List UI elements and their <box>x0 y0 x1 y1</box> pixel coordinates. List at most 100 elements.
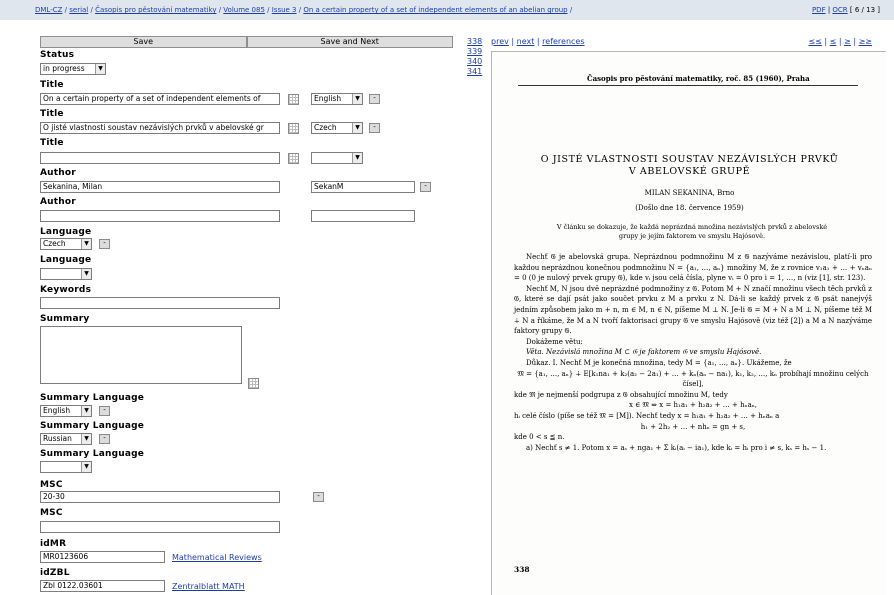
breadcrumb-journal[interactable]: Časopis pro pěstování matematiky <box>95 6 216 14</box>
title-label: Title <box>40 109 64 119</box>
title-language-select[interactable]: ▼ <box>311 152 363 164</box>
breadcrumb-issue[interactable]: Issue 3 <box>272 6 297 14</box>
page-link[interactable]: 338 <box>467 37 482 47</box>
summary-language-label: Summary Language <box>40 449 145 459</box>
title-language-select[interactable]: Czech ▼ <box>311 122 363 134</box>
remove-button[interactable]: - <box>369 123 380 133</box>
remove-button[interactable]: - <box>369 94 380 104</box>
title-language-select[interactable]: English ▼ <box>311 93 363 105</box>
remove-button[interactable]: - <box>313 492 324 502</box>
special-chars-icon[interactable] <box>288 123 299 134</box>
body-paragraph: a) Nechť s ≠ 1. Potom x = aₛ + nga₁ + Σ … <box>526 443 827 452</box>
language-label: Language <box>40 227 92 237</box>
author-label: Author <box>40 197 76 207</box>
body-paragraph: kde 0 < s ≦ n. <box>514 433 565 442</box>
chevron-down-icon: ▼ <box>95 64 105 74</box>
body-paragraph: x ∈ 𝔐 ⇔ x = h₁a₁ + h₂a₂ + … + hₙaₙ, <box>628 401 758 410</box>
page-link[interactable]: 341 <box>467 67 482 77</box>
author-input[interactable] <box>40 210 280 222</box>
save-and-next-button[interactable]: Save and Next <box>246 36 453 48</box>
save-button[interactable]: Save <box>40 36 247 48</box>
remove-button[interactable]: - <box>99 406 110 416</box>
keywords-label: Keywords <box>40 285 92 295</box>
ocr-link[interactable]: OCR <box>832 6 847 14</box>
breadcrumb: DML-CZ / serial / Časopis pro pěstování … <box>35 6 573 14</box>
chevron-down-icon: ▼ <box>81 269 91 279</box>
special-chars-icon[interactable] <box>248 378 259 389</box>
breadcrumb-volume[interactable]: Volume 085 <box>223 6 265 14</box>
page-links: 338 339 340 341 <box>467 37 482 77</box>
summary-language-select[interactable]: Russian ▼ <box>40 433 92 445</box>
idmr-input[interactable]: MR0123606 <box>40 551 165 563</box>
language-select[interactable]: ▼ <box>40 268 92 280</box>
summary-label: Summary <box>40 314 90 324</box>
body-paragraph: Dokážeme větu: <box>526 337 583 346</box>
chevron-down-icon: ▼ <box>81 434 91 444</box>
mathematical-reviews-link[interactable]: Mathematical Reviews <box>172 553 262 562</box>
article-title: V ABELOVSKÉ GRUPĚ <box>628 166 751 177</box>
summary-language-select[interactable]: ▼ <box>40 461 92 473</box>
summary-language-label: Summary Language <box>40 421 145 431</box>
article-title: O JISTÉ VLASTNOSTI SOUSTAV NEZÁVISLÝCH P… <box>540 154 839 165</box>
body-paragraph: Nechť M, N jsou dvě neprázdné podmnožiny… <box>514 284 872 336</box>
prev-link[interactable]: prev <box>491 37 509 46</box>
page-link[interactable]: 340 <box>467 57 482 67</box>
special-chars-icon[interactable] <box>288 94 299 105</box>
title-label: Title <box>40 80 64 90</box>
page-pager: ≤≤ | ≤ | ≥ | ≥≥ <box>808 37 872 46</box>
summary-textarea[interactable] <box>40 326 242 384</box>
author-input[interactable]: Sekanina, Milan <box>40 181 280 193</box>
article-body: Nechť 𝔊 je abelovská grupa. Neprázdnou p… <box>514 252 872 453</box>
article-abstract: V článku se dokazuje, že každá neprázdná… <box>556 223 828 240</box>
title-input[interactable]: O jisté vlastnosti soustav nezávislých p… <box>40 122 280 134</box>
idzbl-label: idZBL <box>40 568 70 578</box>
msc-input[interactable] <box>40 521 280 533</box>
msc-input[interactable]: 20-30 <box>40 491 280 503</box>
references-link[interactable]: references <box>542 37 584 46</box>
keywords-input[interactable] <box>40 297 280 309</box>
author-code-input[interactable] <box>311 210 415 222</box>
chevron-down-icon: ▼ <box>81 406 91 416</box>
special-chars-icon[interactable] <box>288 153 299 164</box>
author-code-input[interactable]: SekanM <box>311 181 415 193</box>
remove-button[interactable]: - <box>99 239 110 249</box>
remove-button[interactable]: - <box>420 182 431 192</box>
msc-label: MSC <box>40 480 63 490</box>
page-counter: [ 6 / 13 ] <box>849 6 880 14</box>
page-link[interactable]: 339 <box>467 47 482 57</box>
chevron-down-icon: ▼ <box>352 94 362 104</box>
language-select[interactable]: Czech ▼ <box>40 238 92 250</box>
title-input[interactable]: On a certain property of a set of indepe… <box>40 93 280 105</box>
body-paragraph: Nechť 𝔊 je abelovská grupa. Neprázdnou p… <box>514 253 872 283</box>
zentralblatt-link[interactable]: Zentralblatt MATH <box>172 582 245 591</box>
summary-language-select[interactable]: English ▼ <box>40 405 92 417</box>
form-button-bar: Save Save and Next <box>40 36 453 48</box>
header-rule <box>518 85 858 86</box>
body-paragraph: kde 𝔐 je nejmenší podgrupa z 𝔊 obsahujíc… <box>514 390 728 399</box>
pdf-link[interactable]: PDF <box>812 6 826 14</box>
tools: PDF | OCR [ 6 / 13 ] <box>811 6 880 14</box>
remove-button[interactable]: - <box>99 434 110 444</box>
breadcrumb-serial[interactable]: serial <box>69 6 88 14</box>
article-author: MILAN SEKANINA, Brno <box>644 189 735 197</box>
body-paragraph: Věta. Nezávislá množina M ⊂ 𝔊 je faktore… <box>526 348 762 357</box>
breadcrumb-article[interactable]: On a certain property of a set of indepe… <box>303 6 567 14</box>
chevron-down-icon: ▼ <box>352 153 362 163</box>
title-label: Title <box>40 138 64 148</box>
body-paragraph: hᵢ celé číslo (píše se též 𝔐 = [M]). Nec… <box>514 411 780 420</box>
breadcrumb-home[interactable]: DML-CZ <box>35 6 62 14</box>
status-label: Status <box>40 50 75 60</box>
idzbl-input[interactable]: Zbl 0122.03601 <box>40 580 165 592</box>
body-paragraph: Důkaz. I. Nechť M je konečná množina, te… <box>526 358 792 367</box>
author-label: Author <box>40 168 76 178</box>
next-page-link[interactable]: ≥ <box>844 37 851 46</box>
title-input[interactable] <box>40 152 280 164</box>
body-paragraph: 𝔐 = {a₁, …, aₙ} ∔ E[k₁na₁ + k₂(a₂ − 2a₁)… <box>517 369 869 389</box>
status-select[interactable]: in progress ▼ <box>40 63 106 75</box>
next-link[interactable]: next <box>517 37 535 46</box>
first-page-link[interactable]: ≤≤ <box>808 37 821 46</box>
chevron-down-icon: ▼ <box>81 239 91 249</box>
last-page-link[interactable]: ≥≥ <box>859 37 872 46</box>
language-label: Language <box>40 255 92 265</box>
page-number: 338 <box>514 565 530 574</box>
